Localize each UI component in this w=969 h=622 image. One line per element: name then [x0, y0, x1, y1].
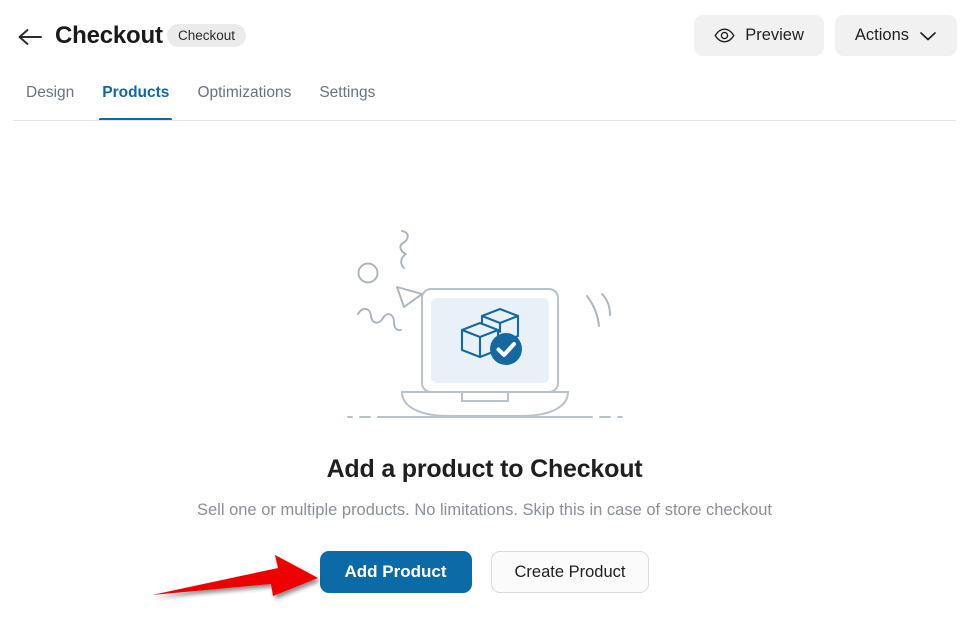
empty-state-headline: Add a product to Checkout	[326, 455, 643, 483]
create-product-button[interactable]: Create Product	[490, 551, 650, 593]
empty-state-actions: Add Product Create Product	[319, 551, 650, 593]
circle-doodle	[357, 262, 378, 284]
empty-state-subtitle: Sell one or multiple products. No limita…	[196, 501, 773, 519]
arrow-left-icon	[18, 29, 42, 45]
tab-products[interactable]: Products	[88, 84, 183, 121]
preview-button[interactable]: Preview	[694, 15, 824, 56]
page-header: Checkout Checkout Preview Actions	[0, 0, 969, 72]
triangle-doodle	[395, 286, 423, 308]
squiggle-doodle	[398, 230, 409, 269]
tab-optimizations[interactable]: Optimizations	[183, 84, 305, 119]
check-badge-icon	[489, 333, 522, 365]
laptop-with-product-boxes-check-illustration	[346, 230, 623, 418]
back-button[interactable]	[10, 20, 50, 54]
page-title: Checkout	[55, 22, 163, 49]
arc-doodle-2	[600, 293, 611, 316]
status-badge: Checkout	[167, 24, 247, 47]
wave-doodle	[356, 308, 402, 332]
tab-bar: Design Products Optimizations Settings	[0, 84, 969, 121]
preview-button-label: Preview	[745, 26, 804, 45]
empty-state: Add a product to Checkout Sell one or mu…	[0, 121, 969, 622]
actions-button[interactable]: Actions	[834, 15, 957, 56]
tab-design[interactable]: Design	[12, 84, 88, 119]
header-actions: Preview Actions	[694, 15, 957, 56]
chevron-down-icon	[920, 31, 936, 40]
actions-button-label: Actions	[854, 26, 909, 45]
checkout-products-page: Checkout Checkout Preview Actions Design…	[0, 0, 969, 622]
add-product-button[interactable]: Add Product	[319, 551, 472, 593]
eye-icon	[714, 28, 735, 43]
arc-doodle-1	[585, 295, 600, 327]
laptop-base	[400, 391, 569, 417]
tab-settings[interactable]: Settings	[305, 84, 389, 119]
